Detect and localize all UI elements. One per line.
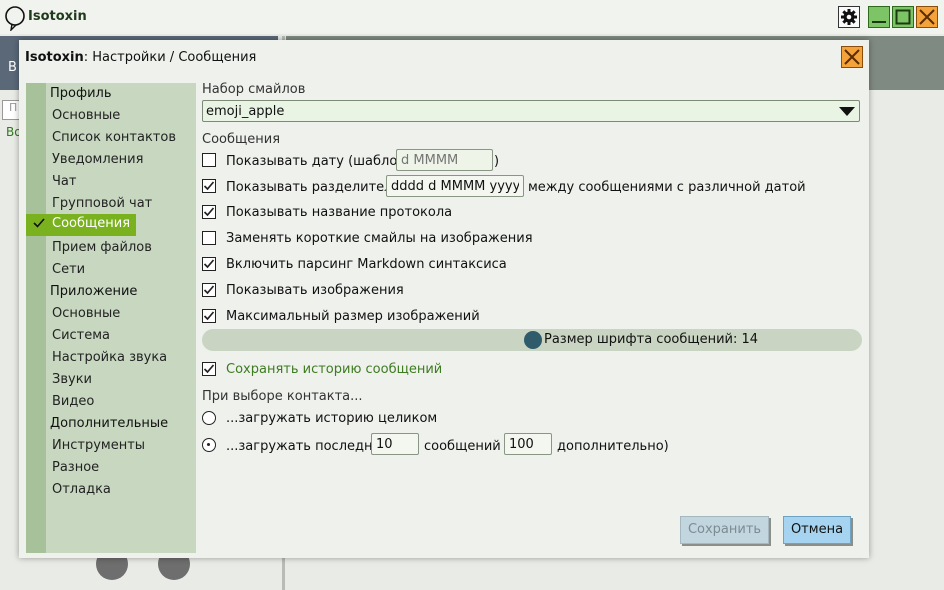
emoji-set-label: Набор смайлов (202, 82, 306, 97)
sidebar-header-profile[interactable]: Профиль (50, 85, 112, 103)
check-icon (203, 285, 215, 295)
save-history-checkbox[interactable] (202, 362, 216, 376)
slider-handle[interactable] (524, 331, 542, 349)
check-icon (203, 311, 215, 321)
radio-dot-icon (207, 443, 210, 446)
sidebar-item-sounds[interactable]: Звуки (52, 371, 92, 389)
show-separator-label: Показывать разделитель (226, 180, 401, 195)
sidebar-item-tools[interactable]: Инструменты (52, 437, 145, 455)
sidebar-item-debug[interactable]: Отладка (52, 481, 111, 499)
show-separator-checkbox[interactable] (202, 179, 216, 193)
close-window-button[interactable] (916, 6, 938, 28)
show-date-label: Показывать дату (шаблон: (226, 154, 411, 169)
maximize-button[interactable] (892, 6, 914, 28)
dialog-close-button[interactable] (841, 46, 863, 68)
sidebar-strip (26, 83, 46, 553)
max-image-size-label: Максимальный размер изображений (226, 309, 480, 324)
background-header-text: B (8, 60, 17, 75)
font-size-slider[interactable]: Размер шрифта сообщений: 14 (202, 329, 862, 351)
minimize-button[interactable] (868, 6, 890, 28)
font-size-label: Размер шрифта сообщений: 14 (544, 332, 759, 347)
additional-suffix: дополнительно) (557, 439, 669, 454)
sidebar-item-system[interactable]: Система (52, 327, 110, 345)
show-images-checkbox[interactable] (202, 283, 216, 297)
separator-suffix-label: между сообщениями с различной датой (528, 180, 806, 195)
settings-dialog: Isotoxin: Настройки / Сообщения Профиль … (19, 40, 869, 558)
dialog-title-path: : Настройки / Сообщения (83, 50, 257, 65)
show-images-label: Показывать изображения (226, 283, 404, 298)
main-titlebar: Isotoxin (0, 0, 944, 34)
sidebar-item-group-chat[interactable]: Групповой чат (52, 195, 152, 213)
check-icon (203, 259, 215, 269)
dialog-title: Isotoxin: Настройки / Сообщения (25, 50, 256, 65)
load-last-prefix: ...загружать последние (226, 439, 389, 454)
sidebar-item-messages[interactable]: Сообщения (26, 214, 136, 236)
save-button[interactable]: Сохранить (680, 516, 769, 544)
sidebar-item-networks[interactable]: Сети (52, 261, 85, 279)
sidebar-item-chat[interactable]: Чат (52, 173, 76, 191)
sidebar-item-misc[interactable]: Разное (52, 459, 99, 477)
load-last-count-input[interactable] (371, 433, 419, 455)
separator-template-input[interactable] (386, 175, 524, 197)
emoji-set-value: emoji_apple (206, 104, 285, 119)
check-icon (33, 218, 45, 228)
sidebar-item-app-general[interactable]: Основные (52, 305, 120, 323)
replace-smiles-label: Заменять короткие смайлы на изображения (226, 231, 533, 246)
contact-section-label: При выборе контакта... (202, 389, 363, 404)
sidebar-item-profile-general[interactable]: Основные (52, 107, 120, 125)
sidebar-item-notifications[interactable]: Уведомления (52, 151, 143, 169)
settings-sidebar: Профиль Основные Список контактов Уведом… (26, 83, 196, 553)
show-date-close: ) (494, 154, 500, 169)
sidebar-header-application[interactable]: Приложение (50, 283, 137, 301)
dialog-title-app: Isotoxin (25, 50, 84, 65)
sidebar-item-label: Сообщения (52, 216, 131, 231)
load-all-history-radio[interactable] (202, 411, 216, 425)
gear-icon (841, 9, 857, 25)
close-icon (919, 9, 935, 25)
cancel-button[interactable]: Отмена (783, 516, 851, 544)
show-protocol-label: Показывать название протокола (226, 205, 453, 220)
sidebar-item-video[interactable]: Видео (52, 393, 94, 411)
check-icon (203, 364, 215, 374)
max-image-size-checkbox[interactable] (202, 309, 216, 323)
chevron-down-icon (839, 107, 855, 116)
dialog-titlebar: Isotoxin: Настройки / Сообщения (19, 40, 869, 74)
load-last-mid: сообщений ( (424, 439, 510, 454)
sidebar-item-contact-list[interactable]: Список контактов (52, 129, 176, 147)
maximize-icon (895, 9, 911, 25)
sidebar-item-sound-setup[interactable]: Настройка звука (52, 349, 167, 367)
settings-button[interactable] (838, 6, 860, 28)
app-title: Isotoxin (28, 9, 87, 24)
sidebar-item-file-receive[interactable]: Прием файлов (52, 239, 152, 257)
check-icon (203, 181, 215, 191)
minimize-icon (872, 21, 886, 23)
sidebar-header-additional[interactable]: Дополнительные (50, 415, 168, 433)
close-icon (844, 49, 860, 65)
check-icon (203, 207, 215, 217)
emoji-set-select[interactable]: emoji_apple (202, 100, 860, 122)
markdown-label: Включить парсинг Markdown синтаксиса (226, 257, 507, 272)
isotoxin-logo-icon (5, 6, 25, 31)
save-history-label: Сохранять историю сообщений (226, 362, 443, 377)
load-last-radio[interactable] (202, 438, 216, 452)
markdown-checkbox[interactable] (202, 257, 216, 271)
show-date-checkbox[interactable] (202, 153, 216, 167)
load-all-history-label: ...загружать историю целиком (226, 411, 438, 426)
additional-count-input[interactable] (504, 433, 552, 455)
date-template-input[interactable] (396, 149, 493, 171)
replace-smiles-checkbox[interactable] (202, 231, 216, 245)
show-protocol-checkbox[interactable] (202, 205, 216, 219)
messages-section-label: Сообщения (202, 132, 281, 147)
